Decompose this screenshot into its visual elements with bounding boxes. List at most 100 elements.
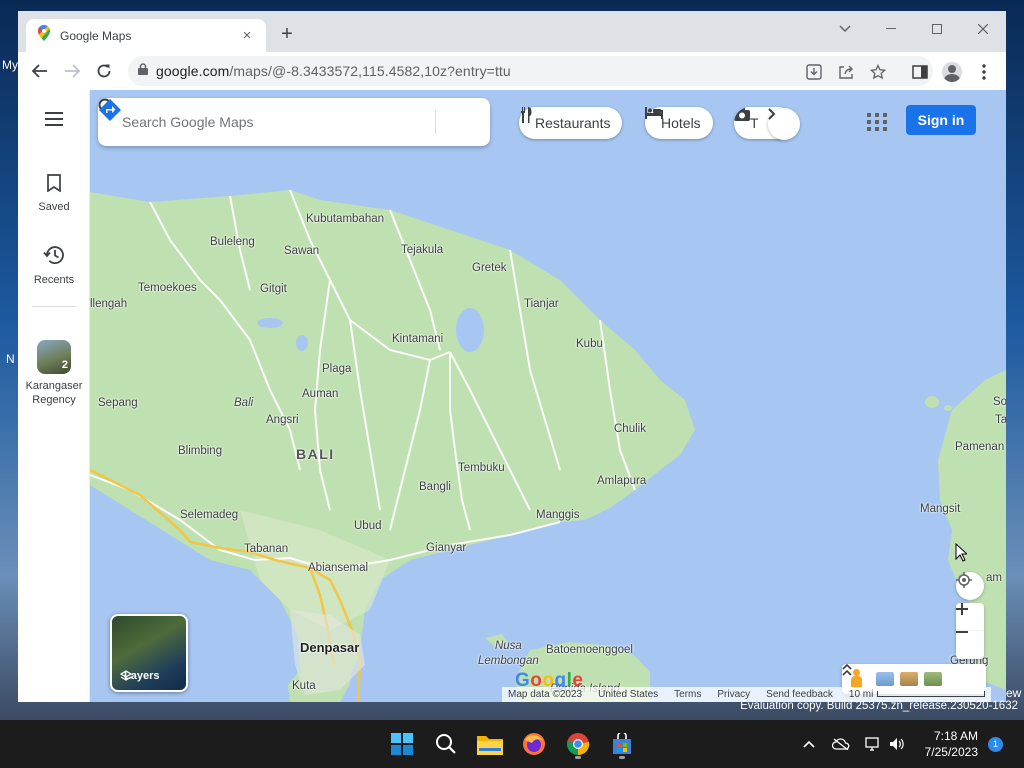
menu-button[interactable] bbox=[18, 112, 90, 131]
map-label[interactable]: Ta bbox=[995, 414, 1006, 426]
google-apps-icon[interactable] bbox=[864, 109, 890, 135]
map-label[interactable]: Temoekoes bbox=[138, 282, 197, 294]
chevron-up-icon[interactable] bbox=[798, 733, 820, 755]
clock-date: 7/25/2023 bbox=[924, 745, 978, 759]
file-explorer-icon[interactable] bbox=[474, 728, 506, 760]
map-label[interactable]: Abiansemal bbox=[308, 562, 368, 574]
map-label[interactable]: llengah bbox=[90, 298, 127, 310]
terms-link[interactable]: Terms bbox=[674, 689, 701, 700]
rail-divider bbox=[32, 306, 76, 307]
privacy-link[interactable]: Privacy bbox=[717, 689, 750, 700]
tab-google-maps[interactable]: Google Maps × bbox=[26, 19, 266, 52]
bookmark-star-icon[interactable] bbox=[869, 63, 887, 81]
map-label[interactable]: Ubud bbox=[354, 520, 382, 532]
map-label[interactable]: Auman bbox=[302, 388, 338, 400]
map-label[interactable]: Kubutambahan bbox=[306, 213, 384, 225]
imagery-thumbnail[interactable] bbox=[900, 672, 918, 686]
map-label[interactable]: am bbox=[986, 572, 1002, 584]
desktop-icon-label-fragment: ew bbox=[1006, 686, 1022, 700]
map-label[interactable]: Buleleng bbox=[210, 236, 255, 248]
map-label[interactable]: Kintamani bbox=[392, 333, 443, 345]
map-label[interactable]: Nusa Lembongan bbox=[478, 639, 539, 669]
map-label[interactable]: Selemadeg bbox=[180, 509, 238, 521]
lock-icon[interactable] bbox=[138, 62, 148, 80]
tab-close-icon[interactable]: × bbox=[238, 27, 256, 44]
side-panel-icon[interactable] bbox=[909, 61, 931, 83]
kebab-menu-icon[interactable] bbox=[973, 61, 995, 83]
layers-button[interactable]: Layers bbox=[110, 614, 188, 692]
map-label[interactable]: Tembuku bbox=[458, 462, 505, 474]
map-label[interactable]: Gianyar bbox=[426, 542, 466, 554]
zoom-in-button[interactable] bbox=[956, 603, 984, 631]
map-label-city[interactable]: Denpasar bbox=[300, 640, 359, 655]
map-label[interactable]: Tianjar bbox=[524, 298, 559, 310]
map-terrain bbox=[90, 189, 1006, 702]
map-label[interactable]: Kubu bbox=[576, 338, 603, 350]
search-box[interactable]: Search Google Maps bbox=[98, 98, 490, 146]
chips-scroll-right-button[interactable] bbox=[768, 108, 800, 140]
chip-restaurants[interactable]: Restaurants bbox=[519, 107, 623, 139]
recent-place-karangasem[interactable]: 2 Karangaser Regency bbox=[18, 340, 90, 407]
map-label[interactable]: Tejakula bbox=[401, 244, 443, 256]
clock[interactable]: 7:18 AM 7/25/2023 bbox=[908, 728, 978, 760]
search-icon[interactable] bbox=[98, 98, 435, 146]
map-label[interactable]: Gretek bbox=[472, 262, 507, 274]
minimize-icon[interactable] bbox=[876, 17, 906, 41]
back-arrow-icon[interactable] bbox=[28, 59, 52, 83]
profile-avatar[interactable] bbox=[941, 61, 963, 83]
share-icon[interactable] bbox=[837, 63, 855, 81]
map-label[interactable]: Amlapura bbox=[597, 475, 646, 487]
map-label[interactable]: Sawan bbox=[284, 245, 319, 257]
address-bar[interactable]: google.com/maps/@-8.3433572,115.4582,10z… bbox=[128, 56, 933, 86]
install-app-icon[interactable] bbox=[805, 63, 823, 81]
map-label[interactable]: Blimbing bbox=[178, 445, 222, 457]
map-label[interactable]: Bangli bbox=[419, 481, 451, 493]
send-feedback-link[interactable]: Send feedback bbox=[766, 689, 833, 700]
map-label-region[interactable]: BALI bbox=[296, 446, 335, 462]
map-label[interactable]: Manggis bbox=[536, 509, 579, 521]
evaluation-watermark: Evaluation copy. Build 25375.zn_release.… bbox=[740, 700, 1018, 712]
reload-icon[interactable] bbox=[92, 59, 116, 83]
map-label-region[interactable]: Bali bbox=[234, 397, 253, 409]
network-icon[interactable] bbox=[862, 733, 884, 755]
map-label[interactable]: Tabanan bbox=[244, 543, 288, 555]
map-label[interactable]: Kuta bbox=[292, 680, 316, 692]
map-canvas[interactable]: Kubutambahan Buleleng Sawan Tejakula Gre… bbox=[90, 90, 1006, 702]
forward-arrow-icon[interactable] bbox=[60, 59, 84, 83]
volume-icon[interactable] bbox=[886, 733, 908, 755]
tab-search-chevron-icon[interactable] bbox=[830, 17, 860, 41]
chrome-icon[interactable] bbox=[562, 728, 594, 760]
notification-badge[interactable]: 1 bbox=[988, 737, 1003, 752]
sign-in-button[interactable]: Sign in bbox=[906, 105, 976, 135]
map-label[interactable]: So bbox=[993, 396, 1006, 408]
search-taskbar-icon[interactable] bbox=[430, 728, 462, 760]
recents-button[interactable]: Recents bbox=[18, 245, 90, 287]
map-label[interactable]: Chulik bbox=[614, 423, 646, 435]
map-label[interactable]: Mangsit bbox=[920, 503, 960, 515]
new-tab-button[interactable]: + bbox=[276, 24, 298, 46]
directions-icon[interactable] bbox=[99, 98, 490, 146]
maximize-icon[interactable] bbox=[922, 17, 952, 41]
map-label[interactable]: Plaga bbox=[322, 363, 351, 375]
close-window-icon[interactable] bbox=[968, 17, 998, 41]
map-label[interactable]: Angsri bbox=[266, 414, 299, 426]
store-icon[interactable] bbox=[606, 728, 638, 760]
saved-label: Saved bbox=[38, 201, 70, 213]
map-label[interactable]: Sepang bbox=[98, 397, 138, 409]
zoom-out-button[interactable] bbox=[956, 631, 984, 659]
search-input[interactable]: Search Google Maps bbox=[122, 114, 395, 130]
tab-strip: Google Maps × + bbox=[18, 11, 1006, 52]
map-label[interactable]: Gitgit bbox=[260, 283, 287, 295]
imagery-thumbnail[interactable] bbox=[876, 672, 894, 686]
saved-button[interactable]: Saved bbox=[18, 174, 90, 214]
map-label[interactable]: Batoemoenggoel bbox=[546, 644, 633, 656]
country-link[interactable]: United States bbox=[598, 689, 658, 700]
map-label[interactable]: Pamenan bbox=[955, 441, 1004, 453]
imagery-thumbnail[interactable] bbox=[924, 672, 942, 686]
chip-hotels[interactable]: Hotels bbox=[645, 107, 713, 139]
my-location-button[interactable] bbox=[956, 572, 984, 600]
onedrive-icon[interactable] bbox=[830, 733, 852, 755]
scale-indicator[interactable]: 10 mi bbox=[849, 689, 986, 700]
start-icon[interactable] bbox=[386, 728, 418, 760]
firefox-icon[interactable] bbox=[518, 728, 550, 760]
